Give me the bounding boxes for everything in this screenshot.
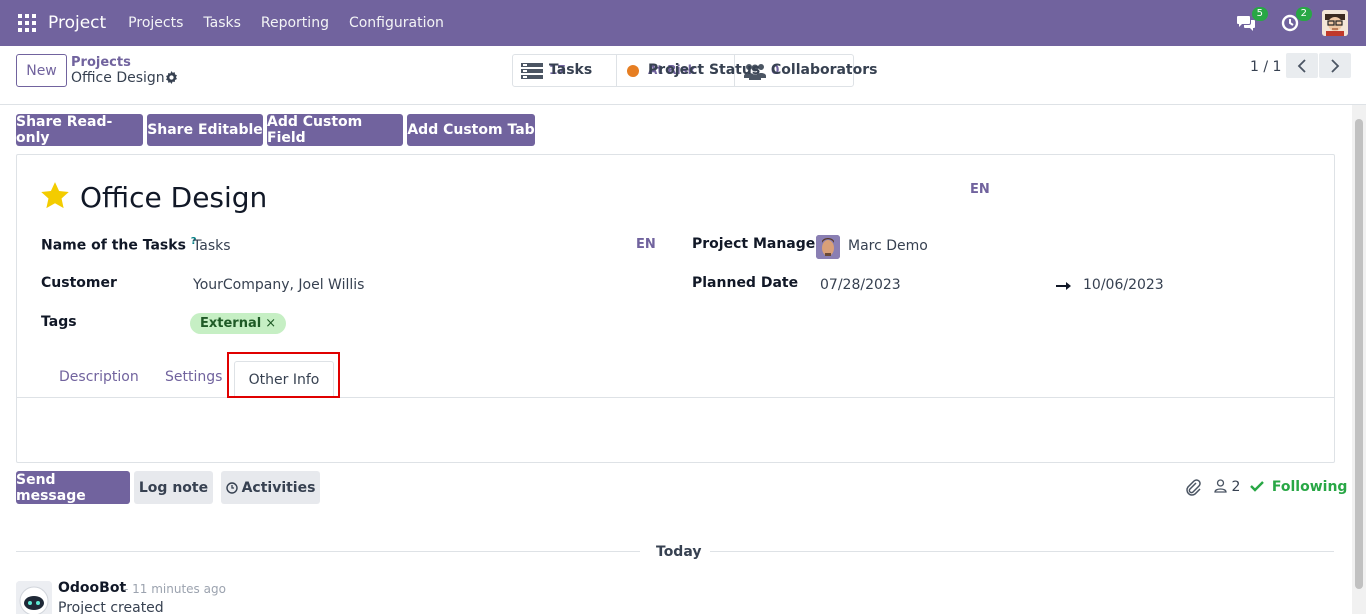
activities-chatter-label: Activities [241, 479, 316, 496]
followers-count: 2 [1231, 479, 1241, 495]
scrollbar-thumb[interactable] [1355, 119, 1363, 589]
menu-reporting[interactable]: Reporting [261, 15, 329, 31]
tasks-name-label: Name of the Tasks ? [41, 236, 197, 254]
tag-label: External [200, 316, 262, 331]
send-message-button[interactable]: Send message [16, 471, 130, 504]
project-manager-label: Project Manager [692, 236, 823, 252]
chevron-right-icon [1331, 58, 1340, 73]
tab-description[interactable]: Description [59, 369, 139, 385]
following-button[interactable]: Following [1250, 479, 1347, 495]
user-icon [1214, 479, 1227, 493]
log-note-button[interactable]: Log note [134, 471, 213, 504]
stat-collab-label: Collaborators [771, 62, 878, 78]
app-name[interactable]: Project [48, 13, 106, 33]
status-dot-icon [627, 64, 639, 77]
project-manager-field[interactable]: Marc Demo [848, 238, 928, 254]
highlight-box [227, 352, 340, 398]
message-author[interactable]: OdooBot [58, 580, 126, 596]
pager-previous-button[interactable] [1286, 53, 1318, 78]
date-start-field[interactable]: 07/28/2023 [820, 277, 901, 293]
stat-status-label: Project Status [648, 62, 761, 78]
tab-settings[interactable]: Settings [165, 369, 222, 385]
menu-configuration[interactable]: Configuration [349, 15, 444, 31]
followers-button[interactable]: 2 [1214, 479, 1240, 495]
form-sheet: Office Design EN Name of the Tasks ? Tas… [16, 154, 1335, 463]
date-end-field[interactable]: 10/06/2023 [1083, 277, 1164, 293]
share-readonly-button[interactable]: Share Read-only [16, 114, 143, 146]
stat-tasks-label: Tasks [549, 62, 593, 78]
customer-field[interactable]: YourCompany, Joel Willis [193, 277, 364, 293]
stat-buttons: Tasks 17 Project Status At Risk Collabor… [512, 54, 877, 87]
tag-external[interactable]: External × [190, 313, 287, 334]
stat-tasks-button[interactable]: Tasks 17 [513, 55, 617, 86]
vertical-scrollbar[interactable] [1352, 105, 1366, 614]
tasks-icon [521, 62, 543, 79]
breadcrumb-projects[interactable]: Projects [71, 55, 131, 70]
menu-tasks[interactable]: Tasks [203, 15, 241, 31]
breadcrumb-current: Office Design [71, 70, 165, 86]
message-body: Project created [58, 600, 164, 614]
apps-menu-icon[interactable] [18, 14, 36, 32]
arrow-right-icon [1056, 282, 1071, 290]
control-panel: New Projects Office Design Tasks 17 Proj… [0, 46, 1366, 105]
gear-icon[interactable] [165, 71, 178, 84]
tasks-name-lang-button[interactable]: EN [636, 237, 656, 252]
chevron-left-icon [1297, 58, 1306, 73]
new-button[interactable]: New [16, 54, 67, 87]
title-lang-button[interactable]: EN [970, 182, 990, 197]
customer-label: Customer [41, 275, 117, 291]
date-separator-right [710, 551, 1334, 552]
tasks-name-field[interactable]: Tasks [193, 238, 231, 254]
odoobot-avatar [16, 581, 52, 614]
stat-status-button[interactable]: Project Status At Risk [617, 55, 760, 86]
share-editable-button[interactable]: Share Editable [147, 114, 263, 146]
message-time: - 11 minutes ago [124, 582, 226, 596]
add-custom-tab-button[interactable]: Add Custom Tab [407, 114, 535, 146]
tags-label: Tags [41, 314, 77, 330]
messages-button[interactable]: 5 [1234, 7, 1268, 35]
tasks-name-label-text: Name of the Tasks [41, 237, 186, 254]
activities-button[interactable]: 2 [1278, 7, 1312, 35]
tabs-underline [17, 397, 1334, 398]
clock-icon [225, 481, 238, 494]
manager-avatar [816, 235, 840, 259]
messages-badge: 5 [1251, 7, 1268, 21]
check-icon [1250, 481, 1264, 492]
pager-next-button[interactable] [1319, 53, 1351, 78]
following-label: Following [1271, 479, 1348, 495]
project-title[interactable]: Office Design [80, 181, 267, 214]
add-custom-field-button[interactable]: Add Custom Field [267, 114, 403, 146]
star-icon[interactable] [41, 182, 69, 209]
activities-badge: 2 [1295, 7, 1312, 21]
date-separator-left [16, 551, 640, 552]
today-separator: Today [656, 544, 702, 560]
top-navbar: Project Projects Tasks Reporting Configu… [0, 0, 1366, 46]
pager-value[interactable]: 1 / 1 [1250, 59, 1281, 75]
user-avatar[interactable] [1322, 10, 1348, 36]
tag-remove-icon[interactable]: × [265, 316, 276, 331]
form-view: Share Read-only Share Editable Add Custo… [0, 105, 1352, 614]
planned-date-label: Planned Date [692, 275, 799, 291]
menu-projects[interactable]: Projects [128, 15, 183, 31]
paperclip-icon[interactable] [1185, 478, 1201, 496]
activities-chatter-button[interactable]: Activities [221, 471, 320, 504]
